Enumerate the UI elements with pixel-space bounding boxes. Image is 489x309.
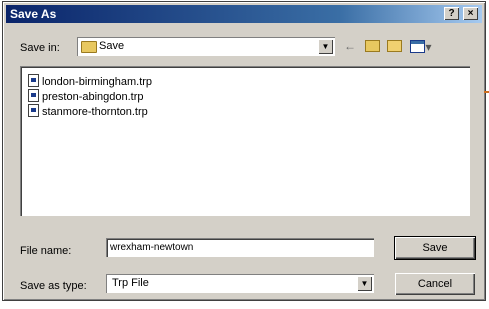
back-button[interactable]: ← [341,38,359,55]
new-folder-button[interactable] [385,38,403,55]
up-one-level-button[interactable] [363,38,381,55]
help-button[interactable]: ? [444,7,459,20]
list-item[interactable]: preston-abingdon.trp [28,89,144,104]
file-name-input[interactable]: wrexham-newtown [106,238,374,257]
save-as-dialog: Save As ? × Save in: Save ▼ ← ▾ london-b… [2,1,486,301]
chevron-down-icon[interactable]: ▼ [318,39,333,54]
cancel-button[interactable]: Cancel [395,273,475,295]
list-item[interactable]: london-birmingham.trp [28,74,152,89]
view-icon [410,40,426,53]
file-icon [28,104,39,117]
pointer-marker [484,91,489,93]
save-as-type-value: Trp File [112,277,149,289]
save-in-dropdown[interactable]: Save ▼ [77,37,335,56]
new-folder-icon [386,40,402,52]
save-button[interactable]: Save [394,236,476,260]
file-icon [28,74,39,87]
save-as-type-label: Save as type: [20,280,87,292]
window-title: Save As [10,7,57,21]
folder-icon [81,41,97,53]
chevron-down-icon[interactable]: ▼ [357,276,372,291]
view-menu-button[interactable]: ▾ [407,38,435,55]
chevron-down-icon: ▾ [425,40,432,54]
list-item[interactable]: stanmore-thornton.trp [28,104,148,119]
file-name-label: File name: [20,245,72,257]
file-name-value: wrexham-newtown [110,242,194,253]
file-icon [28,89,39,102]
file-name: preston-abingdon.trp [42,91,144,103]
file-name: stanmore-thornton.trp [42,106,148,118]
save-in-value: Save [99,40,125,52]
up-folder-icon [364,40,380,52]
back-arrow-icon: ← [344,39,356,53]
file-name: london-birmingham.trp [42,76,153,88]
close-button[interactable]: × [463,7,478,20]
title-bar[interactable]: Save As ? × [6,5,482,23]
file-list[interactable]: london-birmingham.trp preston-abingdon.t… [20,66,470,216]
save-as-type-dropdown[interactable]: Trp File ▼ [106,274,374,293]
save-in-label: Save in: [20,42,60,54]
